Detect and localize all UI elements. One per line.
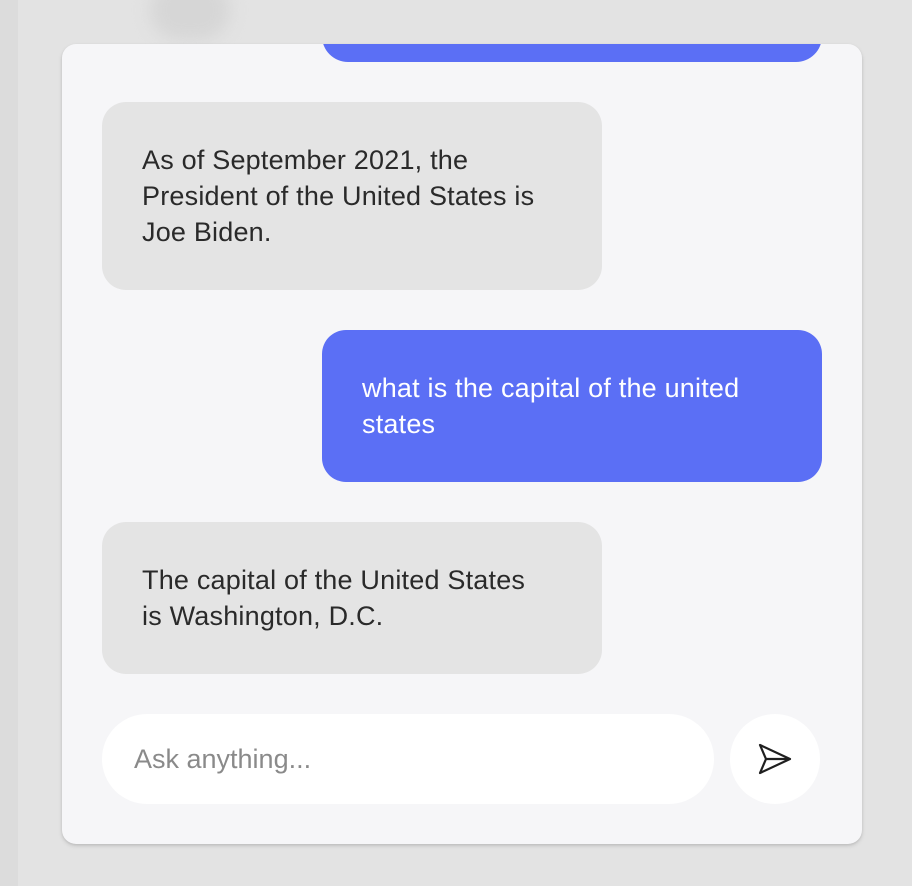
user-message: what is the capital of the united states [322, 330, 822, 482]
send-button[interactable] [730, 714, 820, 804]
user-message-bubble-partial [322, 44, 822, 62]
assistant-message: As of September 2021, the President of t… [102, 102, 602, 290]
assistant-message-text: The capital of the United States is Wash… [142, 565, 526, 631]
message-input[interactable] [102, 714, 714, 804]
chat-panel[interactable]: As of September 2021, the President of t… [62, 44, 862, 844]
background-blur-shape [150, 0, 230, 40]
composer [102, 714, 822, 804]
send-icon [757, 741, 793, 777]
background-sidebar-strip [0, 0, 18, 886]
assistant-message: The capital of the United States is Wash… [102, 522, 602, 674]
assistant-message-text: As of September 2021, the President of t… [142, 145, 535, 247]
user-message-text: what is the capital of the united states [362, 373, 740, 439]
